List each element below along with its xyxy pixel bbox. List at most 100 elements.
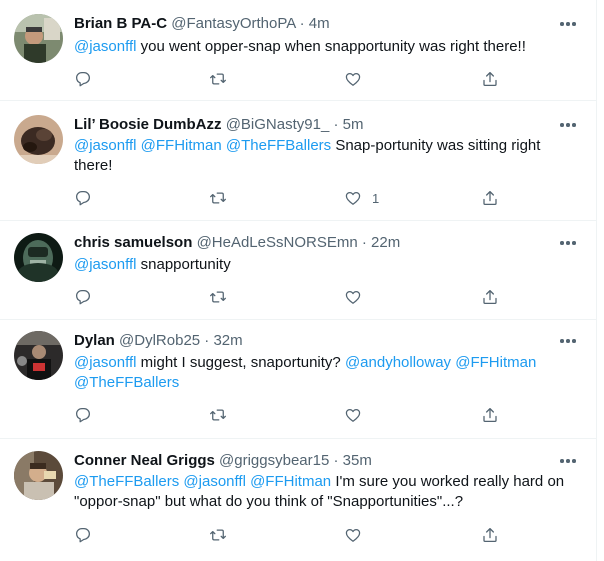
tweet-time[interactable]: 35m (343, 452, 372, 469)
tweet-time[interactable]: 32m (213, 332, 242, 349)
tweet-header: Brian B PA-C @FantasyOrthoPA · 4m (74, 14, 330, 34)
reply-button[interactable] (74, 287, 92, 307)
share-button[interactable] (481, 287, 499, 307)
tweet-text-line: "oppor-snap" but what do you think of "S… (74, 492, 574, 512)
tweet-text: @TheFFBallers @jasonffl @FFHitman I'm su… (74, 472, 574, 512)
tweet-text-segment: I'm sure you worked really hard on (331, 473, 565, 490)
share-button[interactable] (481, 69, 499, 89)
mention-link[interactable]: @FFHitman (455, 354, 536, 371)
retweet-button[interactable] (209, 188, 227, 208)
tweet-time[interactable]: 22m (371, 234, 400, 251)
separator-dot: · (204, 332, 210, 349)
like-icon (345, 408, 361, 422)
share-icon (483, 407, 497, 423)
reply-button[interactable] (74, 405, 92, 425)
tweet-text-line: @jasonffl you went opper-snap when snapp… (74, 37, 574, 57)
avatar[interactable] (14, 115, 63, 164)
mention-link[interactable]: @TheFFBallers (74, 374, 179, 391)
tweet[interactable]: chris samuelson @HeAdLeSsNORSEmn · 22m @… (0, 221, 597, 320)
reply-icon (75, 407, 91, 423)
mention-link[interactable]: @jasonffl (74, 38, 136, 55)
share-icon (483, 190, 497, 206)
reply-button[interactable] (74, 525, 92, 545)
user-handle[interactable]: @griggsybear15 (219, 452, 329, 469)
display-name[interactable]: Dylan (74, 332, 115, 349)
more-icon[interactable] (557, 118, 579, 132)
tweet-text-line: @TheFFBallers (74, 373, 574, 393)
user-handle[interactable]: @BiGNasty91_ (226, 116, 330, 133)
retweet-button[interactable] (209, 405, 227, 425)
display-name[interactable]: Lil’ Boosie DumbAzz (74, 116, 222, 133)
like-button[interactable]: 1 (344, 188, 379, 208)
separator-dot: · (333, 116, 339, 133)
mention-link[interactable]: @TheFFBallers (74, 473, 179, 490)
share-button[interactable] (481, 188, 499, 208)
tweet-text-line: there! (74, 156, 574, 176)
more-icon[interactable] (557, 17, 579, 31)
tweet-text-line: @jasonffl might I suggest, snaportunity?… (74, 353, 574, 373)
display-name[interactable]: Brian B PA-C (74, 15, 167, 32)
retweet-icon (210, 409, 226, 421)
mention-link[interactable]: @jasonffl (74, 137, 136, 154)
retweet-button[interactable] (209, 69, 227, 89)
mention-link[interactable]: @jasonffl (74, 354, 136, 371)
tweet[interactable]: Dylan @DylRob25 · 32m @jasonffl might I … (0, 320, 597, 439)
avatar[interactable] (14, 451, 63, 500)
reply-icon (75, 289, 91, 305)
mention-link[interactable]: @FFHitman (141, 137, 222, 154)
tweet-time[interactable]: 4m (309, 15, 330, 32)
share-button[interactable] (481, 525, 499, 545)
like-count: 1 (372, 190, 380, 206)
tweet-header: Dylan @DylRob25 · 32m (74, 331, 243, 351)
retweet-button[interactable] (209, 525, 227, 545)
tweet-actions (74, 405, 504, 425)
more-icon[interactable] (557, 236, 579, 250)
retweet-icon (210, 73, 226, 85)
like-button[interactable] (344, 525, 372, 545)
mention-link[interactable]: @TheFFBallers (226, 137, 331, 154)
reply-button[interactable] (74, 69, 92, 89)
mention-link[interactable]: @jasonffl (183, 473, 245, 490)
tweet-text-segment: you went opper-snap when snapportunity w… (136, 38, 526, 55)
more-icon[interactable] (557, 454, 579, 468)
user-handle[interactable]: @HeAdLeSsNORSEmn (197, 234, 358, 251)
tweet[interactable]: Lil’ Boosie DumbAzz @BiGNasty91_ · 5m @j… (0, 101, 597, 221)
display-name[interactable]: Conner Neal Griggs (74, 452, 215, 469)
tweet-text-segment: "oppor-snap" but what do you think of "S… (74, 493, 464, 510)
avatar[interactable] (14, 233, 63, 282)
display-name[interactable]: chris samuelson (74, 234, 192, 251)
like-button[interactable] (344, 287, 372, 307)
tweet[interactable]: Conner Neal Griggs @griggsybear15 · 35m … (0, 439, 597, 561)
tweet-text-segment: snapportunity (136, 256, 231, 273)
avatar[interactable] (14, 331, 63, 380)
tweet-actions (74, 287, 504, 307)
tweet-header: chris samuelson @HeAdLeSsNORSEmn · 22m (74, 233, 400, 253)
tweet-header: Conner Neal Griggs @griggsybear15 · 35m (74, 451, 372, 471)
user-handle[interactable]: @DylRob25 (119, 332, 200, 349)
retweet-icon (210, 291, 226, 303)
like-button[interactable] (344, 69, 372, 89)
share-icon (483, 527, 497, 543)
tweet-actions (74, 525, 504, 545)
tweet[interactable]: Brian B PA-C @FantasyOrthoPA · 4m @jason… (0, 0, 597, 101)
mention-link[interactable]: @andyholloway (345, 354, 451, 371)
tweet-time[interactable]: 5m (343, 116, 364, 133)
separator-dot: · (361, 234, 367, 251)
reply-feed: Brian B PA-C @FantasyOrthoPA · 4m @jason… (0, 0, 597, 561)
share-icon (483, 289, 497, 305)
tweet-text-segment: there! (74, 157, 113, 174)
mention-link[interactable]: @FFHitman (250, 473, 331, 490)
reply-button[interactable] (74, 188, 92, 208)
tweet-text-line: @TheFFBallers @jasonffl @FFHitman I'm su… (74, 472, 574, 492)
user-handle[interactable]: @FantasyOrthoPA (171, 15, 295, 32)
like-button[interactable] (344, 405, 372, 425)
more-icon[interactable] (557, 334, 579, 348)
like-icon (345, 191, 361, 205)
tweet-actions: 1 (74, 188, 504, 208)
retweet-button[interactable] (209, 287, 227, 307)
share-button[interactable] (481, 405, 499, 425)
like-icon (345, 72, 361, 86)
avatar[interactable] (14, 14, 63, 63)
mention-link[interactable]: @jasonffl (74, 256, 136, 273)
tweet-text-line: @jasonffl snapportunity (74, 255, 574, 275)
